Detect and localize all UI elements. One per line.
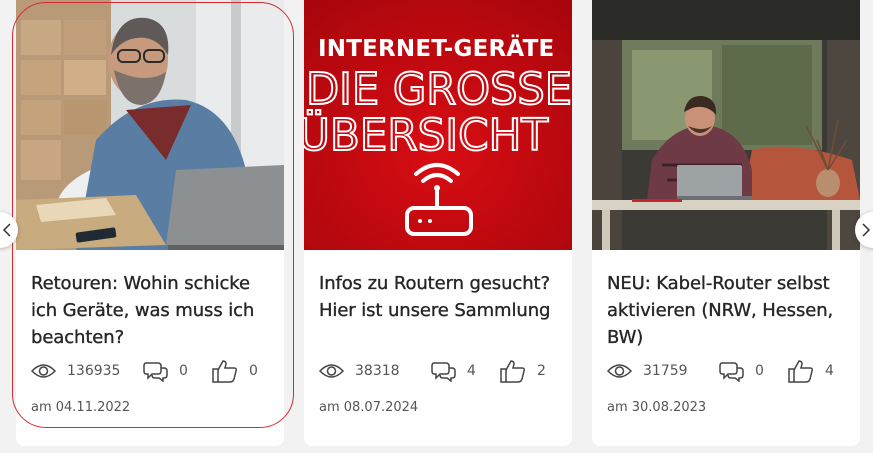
thumbs-up-icon [788,360,813,383]
comments-count: 4 [467,363,476,379]
article-image[interactable] [592,0,860,250]
article-title[interactable]: Retouren: Wohin schicke ich Geräte, was … [31,270,276,351]
article-date: am 08.07.2024 [319,400,419,415]
article-date: am 04.11.2022 [31,400,131,415]
views-count: 136935 [67,363,121,379]
article-image[interactable] [16,0,284,250]
article-title[interactable]: Infos zu Routern gesucht? Hier ist unser… [319,270,564,324]
thumbs-up-icon [212,360,237,383]
likes-stat[interactable]: 0 [212,359,272,383]
likes-stat[interactable]: 4 [788,359,848,383]
banner-line-1: INTERNET-GERÄTE [318,34,554,62]
comments-count: 0 [179,363,188,379]
article-date: am 30.08.2023 [607,400,707,415]
article-image[interactable]: INTERNET-GERÄTE DIE GROSSE ÜBERSICHT [304,0,572,250]
likes-stat[interactable]: 2 [500,359,560,383]
article-stats: 38318 4 2 [319,358,569,384]
chevron-left-icon [2,223,11,237]
likes-count: 2 [537,363,546,379]
chevron-right-icon [862,223,871,237]
views-stat: 38318 [319,363,431,379]
speech-bubbles-icon [431,362,456,382]
article-card[interactable]: Retouren: Wohin schicke ich Geräte, was … [16,0,284,446]
views-stat: 31759 [607,363,719,379]
comments-stat[interactable]: 0 [719,360,788,382]
comments-stat[interactable]: 4 [431,360,500,382]
article-carousel: Retouren: Wohin schicke ich Geräte, was … [0,0,873,453]
article-stats: 31759 0 4 [607,358,857,384]
views-count: 38318 [355,363,400,379]
views-stat: 136935 [31,363,143,379]
comments-count: 0 [755,363,764,379]
banner-line-2: DIE GROSSE [306,64,572,115]
eye-icon [319,364,344,378]
eye-icon [31,364,56,378]
views-count: 31759 [643,363,688,379]
speech-bubbles-icon [719,362,744,382]
article-title[interactable]: NEU: Kabel-Router selbst aktivieren (NRW… [607,270,852,351]
speech-bubbles-icon [143,362,168,382]
article-stats: 136935 0 0 [31,358,281,384]
article-card[interactable]: INTERNET-GERÄTE DIE GROSSE ÜBERSICHT Inf… [304,0,572,446]
eye-icon [607,364,632,378]
banner-line-3: ÜBERSICHT [304,109,548,161]
thumbs-up-icon [500,360,525,383]
likes-count: 4 [825,363,834,379]
comments-stat[interactable]: 0 [143,360,212,382]
article-card[interactable]: NEU: Kabel-Router selbst aktivieren (NRW… [592,0,860,446]
likes-count: 0 [249,363,258,379]
